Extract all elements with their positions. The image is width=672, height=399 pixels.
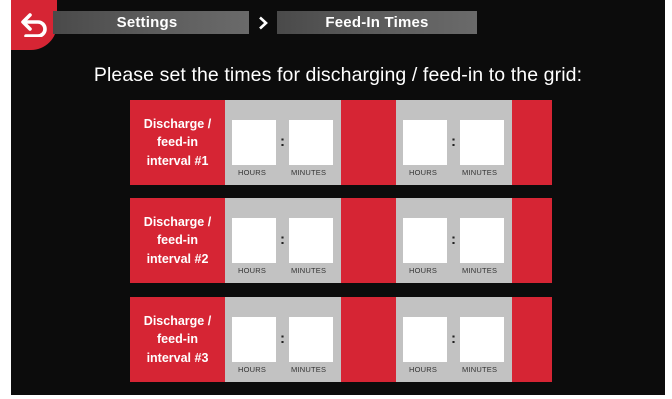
time-separator: : [280,330,285,347]
start-time-panel: : HOURS MINUTES [225,198,341,283]
back-button[interactable] [11,0,57,50]
hours-label: HOURS [238,266,267,275]
breadcrumb-settings[interactable]: Settings [53,11,249,34]
time-separator: : [451,231,456,248]
hours-label: HOURS [409,266,438,275]
breadcrumb-feed-in-times: Feed-In Times [277,11,477,34]
interval-label: Discharge / feed-in interval #3 [130,297,225,382]
interval-label-line1: Discharge / [143,117,212,132]
minutes-label: MINUTES [462,168,498,177]
start-minutes-input[interactable] [289,317,333,362]
end-hours-input[interactable] [403,120,447,165]
hours-label: HOURS [409,168,438,177]
time-separator: : [280,133,285,150]
page-prompt: Please set the times for discharging / f… [93,64,583,86]
start-time-panel: : HOURS MINUTES [225,100,341,185]
interval-row-3: Discharge / feed-in interval #3 : HOURS … [130,297,552,382]
end-time-panel: : HOURS MINUTES [396,198,512,283]
minutes-label: MINUTES [462,266,498,275]
chevron-right-icon [249,11,277,34]
start-hours-input[interactable] [232,120,276,165]
interval-label: Discharge / feed-in interval #2 [130,198,225,283]
interval-label-line2: feed-in [157,135,198,150]
start-hours-input[interactable] [232,317,276,362]
end-minutes-input[interactable] [460,218,504,263]
time-separator: : [280,231,285,248]
minutes-label: MINUTES [291,168,327,177]
interval-row-1: Discharge / feed-in interval #1 : HOURS … [130,100,552,185]
interval-label-line2: feed-in [157,332,198,347]
end-time-panel: : HOURS MINUTES [396,297,512,382]
end-minutes-input[interactable] [460,317,504,362]
minutes-label: MINUTES [462,365,498,374]
start-minutes-input[interactable] [289,120,333,165]
minutes-label: MINUTES [291,365,327,374]
interval-label-line1: Discharge / [143,215,212,230]
breadcrumb: Settings Feed-In Times [53,11,477,34]
interval-label-line3: interval #1 [146,153,209,168]
interval-label-line3: interval #2 [146,251,209,266]
back-arrow-icon [21,13,47,37]
hours-label: HOURS [238,168,267,177]
end-hours-input[interactable] [403,218,447,263]
minutes-label: MINUTES [291,266,327,275]
screen: Settings Feed-In Times Please set the ti… [11,0,665,395]
interval-label-line2: feed-in [157,233,198,248]
start-minutes-input[interactable] [289,218,333,263]
interval-label: Discharge / feed-in interval #1 [130,100,225,185]
time-separator: : [451,133,456,150]
hours-label: HOURS [238,365,267,374]
end-time-panel: : HOURS MINUTES [396,100,512,185]
start-time-panel: : HOURS MINUTES [225,297,341,382]
interval-label-line1: Discharge / [143,314,212,329]
hours-label: HOURS [409,365,438,374]
end-hours-input[interactable] [403,317,447,362]
interval-label-line3: interval #3 [146,350,209,365]
start-hours-input[interactable] [232,218,276,263]
interval-row-2: Discharge / feed-in interval #2 : HOURS … [130,198,552,283]
end-minutes-input[interactable] [460,120,504,165]
time-separator: : [451,330,456,347]
